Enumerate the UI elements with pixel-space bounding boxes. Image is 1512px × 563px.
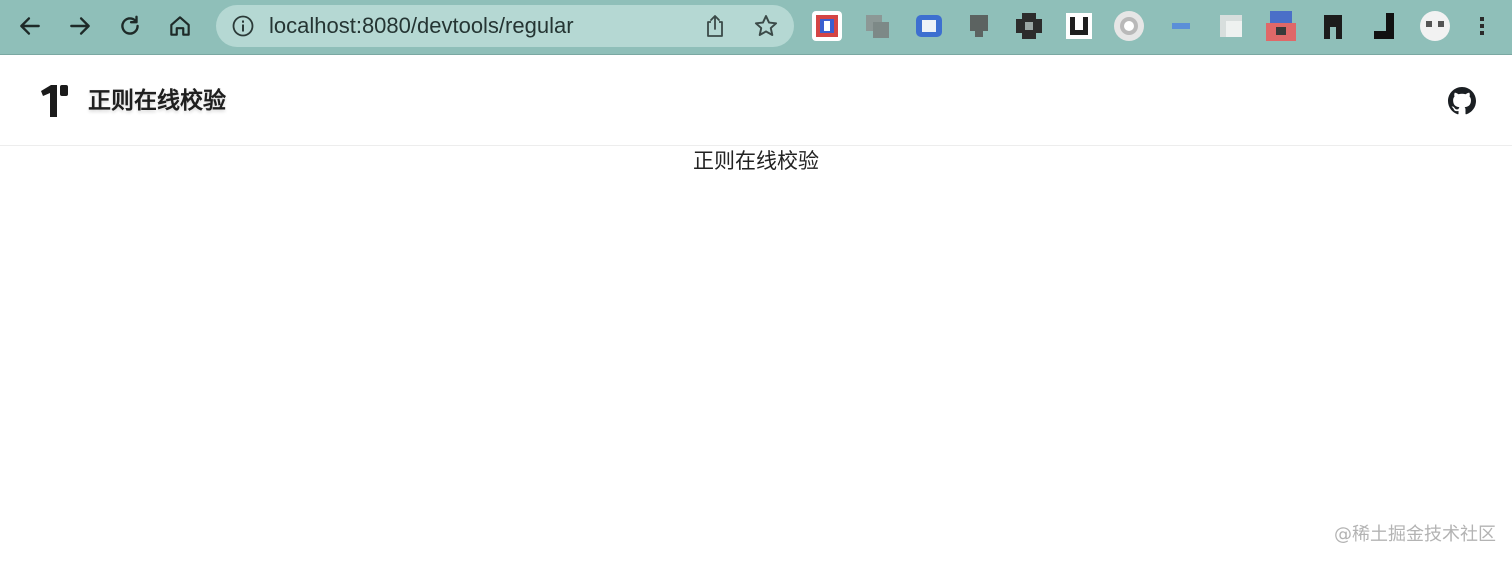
- reload-icon: [121, 15, 139, 35]
- url-text[interactable]: localhost:8080/devtools/regular: [269, 14, 574, 38]
- extension-icon-9[interactable]: [1214, 9, 1248, 43]
- browser-toolbar: localhost:8080/devtools/regular: [0, 0, 1512, 55]
- back-arrow-icon: [20, 17, 40, 35]
- extension-icon-3[interactable]: [912, 9, 946, 43]
- home-icon: [170, 16, 190, 36]
- site-title[interactable]: 正则在线校验: [88, 86, 226, 116]
- extension-icon-13[interactable]: [1418, 9, 1452, 43]
- reload-button[interactable]: [110, 8, 150, 44]
- kebab-menu-icon[interactable]: [1468, 9, 1496, 43]
- site-header: 正则在线校验: [0, 56, 1512, 146]
- extension-icon-11[interactable]: [1316, 9, 1350, 43]
- info-icon[interactable]: [231, 14, 255, 38]
- address-bar[interactable]: localhost:8080/devtools/regular: [216, 5, 794, 47]
- extension-icon-7[interactable]: [1112, 9, 1146, 43]
- extension-icon-8[interactable]: [1164, 9, 1198, 43]
- watermark: @稀土掘金技术社区: [1334, 524, 1496, 545]
- extension-icon-4[interactable]: [962, 9, 996, 43]
- forward-button[interactable]: [60, 8, 100, 44]
- page-heading: 正则在线校验: [693, 149, 819, 173]
- extension-icon-2[interactable]: [860, 9, 894, 43]
- extension-icon-12[interactable]: [1368, 9, 1402, 43]
- github-icon[interactable]: [1448, 87, 1476, 115]
- brand-logo-icon[interactable]: [40, 84, 72, 118]
- share-icon[interactable]: [703, 13, 727, 39]
- star-icon[interactable]: [753, 13, 779, 39]
- extension-icon-6[interactable]: [1062, 9, 1096, 43]
- extension-icon-10[interactable]: [1264, 9, 1298, 43]
- home-button[interactable]: [160, 8, 200, 44]
- extension-icon-1[interactable]: [810, 9, 844, 43]
- back-button[interactable]: [10, 8, 50, 44]
- forward-arrow-icon: [70, 17, 90, 35]
- extension-icon-5[interactable]: [1012, 9, 1046, 43]
